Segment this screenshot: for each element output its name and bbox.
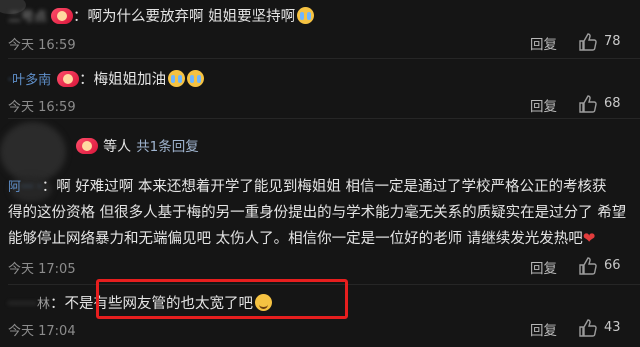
sub-thread-summary[interactable]: 等人 共1条回复 bbox=[0, 132, 640, 156]
comment-timestamp: 今天 17:04 bbox=[8, 324, 76, 339]
member-badge-icon bbox=[76, 138, 98, 154]
thumbs-up-icon[interactable] bbox=[578, 318, 598, 338]
sub-thread-count[interactable]: 共1条回复 bbox=[136, 139, 199, 155]
divider bbox=[8, 58, 640, 59]
divider bbox=[8, 118, 640, 119]
comment-item: 二号点 ：啊为什么要放弃啊 姐姐要坚持啊 今天 16:59 回复 78 bbox=[0, 0, 640, 56]
highlight-annotation-box bbox=[96, 279, 348, 319]
like-count: 66 bbox=[604, 258, 621, 273]
member-badge-icon bbox=[57, 71, 80, 87]
reply-button[interactable]: 回复 bbox=[530, 319, 557, 339]
crying-face-icon bbox=[187, 70, 205, 87]
comment-text: 梅姐姐加油 bbox=[93, 72, 167, 88]
crying-face-icon bbox=[297, 7, 315, 24]
sub-thread-label: 等人 bbox=[103, 139, 132, 155]
comment-text: 啊为什么要放弃啊 姐姐要坚持啊 bbox=[87, 9, 296, 25]
comment-text-line: 啊 好难过啊 本来还想着开学了能见到梅姐姐 相信一定是通过了学校严格公正的考核获 bbox=[56, 179, 607, 195]
like-count: 78 bbox=[604, 34, 621, 49]
reply-button[interactable]: 回复 bbox=[530, 33, 557, 53]
thumbs-up-icon[interactable] bbox=[578, 32, 598, 52]
thumbs-up-icon[interactable] bbox=[578, 256, 598, 276]
comment-username[interactable]: 林 bbox=[37, 297, 50, 312]
comment-text-line: 能够停止网络暴力和无端偏见吧 太伤人了。相信你一定是一位好的老师 请继续发光发热… bbox=[8, 231, 583, 247]
member-badge-icon bbox=[51, 8, 74, 24]
comment-item: ·叶多南 ：梅姐姐加油 今天 16:59 回复 68 bbox=[8, 70, 621, 115]
comment-username[interactable]: 叶多南 bbox=[12, 73, 51, 88]
comment-timestamp: 今天 16:59 bbox=[8, 100, 76, 115]
like-count: 43 bbox=[604, 320, 621, 335]
comment-username[interactable]: 阿 bbox=[8, 180, 21, 195]
thumbs-up-icon[interactable] bbox=[578, 94, 598, 114]
comment-timestamp: 今天 16:59 bbox=[8, 38, 76, 53]
crying-face-icon bbox=[168, 70, 186, 87]
red-heart-icon: ❤ bbox=[582, 229, 596, 247]
comment-username[interactable]: 二号点 bbox=[8, 10, 47, 25]
comment-item: 阿··· ·：啊 好难过啊 本来还想着开学了能见到梅姐姐 相信一定是通过了学校严… bbox=[8, 179, 627, 277]
reply-button[interactable]: 回复 bbox=[530, 257, 557, 277]
comment-text-line: 得的这份资格 但很多人基于梅的另一重身份提出的与学术能力毫无关系的质疑实在是过分… bbox=[8, 205, 627, 221]
reply-button[interactable]: 回复 bbox=[530, 95, 557, 115]
comment-timestamp: 今天 17:05 bbox=[8, 262, 76, 277]
like-count: 68 bbox=[604, 96, 621, 111]
